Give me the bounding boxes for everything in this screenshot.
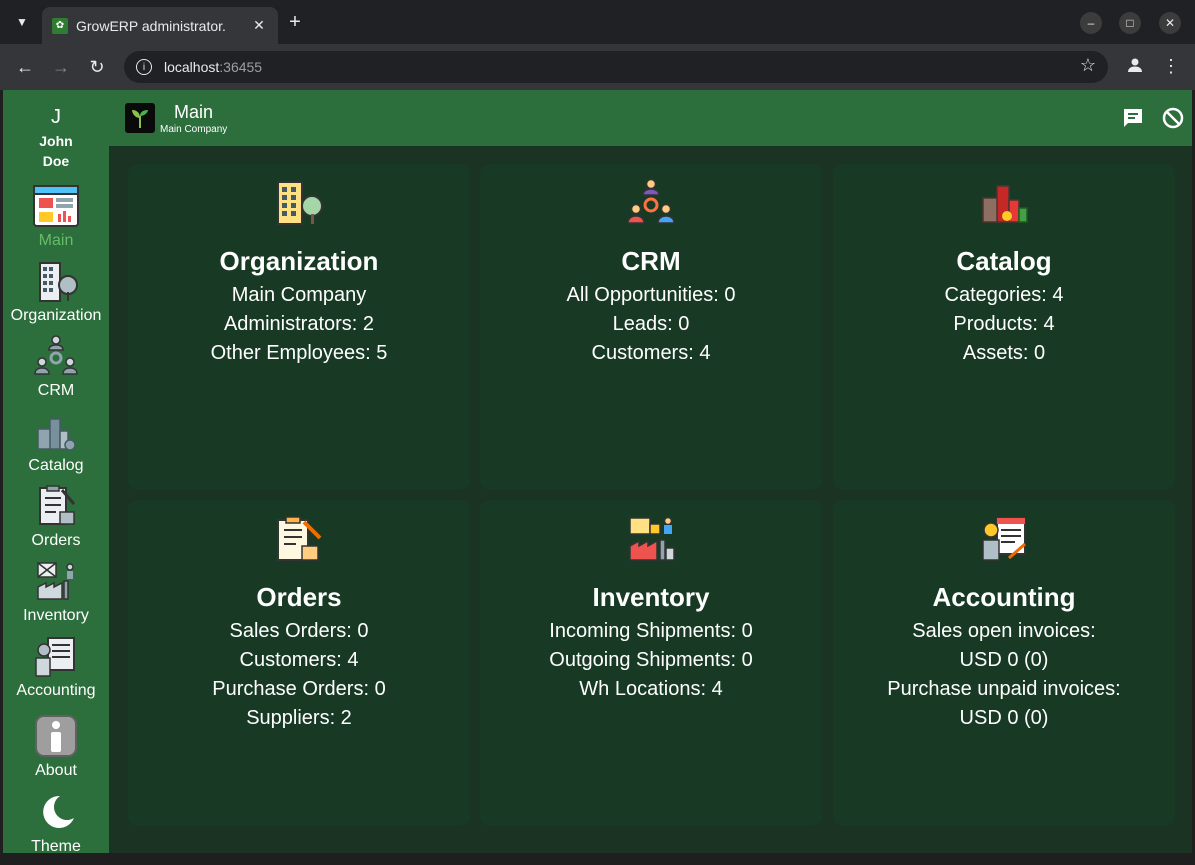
dashboard-card-crm[interactable]: CRM All Opportunities: 0 Leads: 0 Custom… — [480, 164, 822, 490]
building-icon — [39, 262, 78, 302]
people-network-icon — [34, 335, 78, 375]
card-line: USD 0 (0) — [959, 707, 1049, 729]
rail-item-crm[interactable]: CRM — [3, 334, 109, 409]
rail-item-label: Theme — [31, 838, 81, 855]
clipboard-icon — [39, 485, 76, 525]
chat-icon[interactable] — [1121, 106, 1145, 130]
card-line: Categories: 4 — [944, 284, 1064, 306]
dashboard-card-inventory[interactable]: Inventory Incoming Shipments: 0 Outgoing… — [480, 500, 822, 826]
moon-icon — [43, 795, 74, 828]
rail-item-theme[interactable]: Theme — [3, 790, 109, 865]
logout-block-icon[interactable] — [1161, 106, 1185, 130]
rail-item-label: About — [35, 762, 77, 779]
card-line: Customers: 4 — [591, 342, 711, 364]
rail-item-main[interactable]: Main — [3, 184, 109, 259]
app-root: J John Doe Main Organization CRM Catalog… — [3, 90, 1192, 855]
tab-title: GrowERP administrator. — [76, 17, 226, 34]
card-line: Sales Orders: 0 — [229, 620, 369, 642]
minimize-icon[interactable]: – — [1080, 12, 1102, 34]
new-tab-icon[interactable]: + — [284, 11, 306, 33]
clipboard-icon — [277, 516, 322, 561]
card-line: Outgoing Shipments: 0 — [549, 649, 753, 671]
products-icon — [37, 418, 76, 451]
rail-item-label: CRM — [37, 382, 75, 399]
bookmark-star-icon[interactable]: ☆ — [1080, 55, 1096, 76]
maximize-icon[interactable]: □ — [1119, 12, 1141, 34]
card-line: Administrators: 2 — [223, 313, 375, 335]
rail-item-label: Accounting — [16, 682, 96, 699]
rail-item-orders[interactable]: Orders — [3, 484, 109, 559]
browser-toolbar: ← → ↻ i localhost:36455 ☆ ⋮ — [0, 44, 1195, 90]
building-icon — [277, 181, 323, 225]
ledger-icon — [35, 637, 75, 677]
user-last-name: Doe — [42, 153, 70, 169]
rail-item-catalog[interactable]: Catalog — [3, 409, 109, 484]
rail-item-label: Organization — [10, 307, 102, 324]
forward-icon[interactable]: → — [50, 56, 72, 78]
back-icon[interactable]: ← — [14, 56, 36, 78]
people-network-icon — [627, 178, 675, 224]
card-line: Suppliers: 2 — [246, 707, 352, 729]
browser-tabbar: ▼ ✿ GrowERP administrator. ✕ + – □ ✕ — [0, 0, 1195, 44]
rail-item-inventory[interactable]: Inventory — [3, 559, 109, 634]
page-title: Main — [174, 102, 214, 122]
products-icon — [982, 185, 1028, 223]
card-title: Accounting — [932, 582, 1076, 612]
card-line: Main Company — [231, 284, 367, 306]
url-bar[interactable]: i localhost:36455 ☆ — [124, 51, 1108, 83]
dashboard-card-catalog[interactable]: Catalog Categories: 4 Products: 4 Assets… — [833, 164, 1175, 490]
card-title: CRM — [621, 246, 681, 276]
card-title: Catalog — [956, 246, 1052, 276]
warehouse-icon — [629, 516, 675, 561]
card-line: USD 0 (0) — [959, 649, 1049, 671]
user-first-name: John — [39, 133, 73, 149]
site-info-icon[interactable]: i — [136, 59, 152, 75]
profile-icon[interactable] — [1124, 56, 1146, 79]
card-line: All Opportunities: 0 — [566, 284, 736, 306]
growerp-favicon-icon: ✿ — [52, 17, 68, 34]
rail-item-label: Inventory — [23, 607, 89, 624]
rail-item-about[interactable]: About — [3, 714, 109, 789]
card-title: Orders — [256, 582, 342, 612]
url-host: localhost — [164, 59, 220, 75]
dashboard-card-orders[interactable]: Orders Sales Orders: 0 Customers: 4 Purc… — [128, 500, 470, 826]
card-line: Products: 4 — [953, 313, 1055, 335]
tab-close-icon[interactable]: ✕ — [250, 17, 268, 34]
card-line: Other Employees: 5 — [210, 342, 388, 364]
card-title: Inventory — [592, 582, 710, 612]
card-line: Purchase unpaid invoices: — [887, 678, 1121, 700]
card-line: Assets: 0 — [962, 342, 1046, 364]
company-name: Main Company — [160, 124, 228, 135]
rail-item-label: Orders — [31, 532, 81, 549]
window-close-icon[interactable]: ✕ — [1159, 12, 1181, 34]
rail-item-label: Catalog — [28, 457, 84, 474]
url-port: :36455 — [219, 59, 263, 75]
browser-tab[interactable]: ✿ GrowERP administrator. ✕ — [42, 7, 278, 44]
growerp-logo — [125, 103, 155, 133]
card-line: Leads: 0 — [612, 313, 690, 335]
warehouse-icon — [37, 562, 74, 600]
dashboard-icon — [33, 185, 79, 227]
card-line: Wh Locations: 4 — [579, 678, 723, 700]
ledger-icon — [982, 517, 1026, 561]
card-line: Purchase Orders: 0 — [212, 678, 386, 700]
info-icon — [35, 715, 77, 757]
card-title: Organization — [219, 246, 379, 276]
user-initial: J — [51, 106, 61, 128]
card-line: Sales open invoices: — [912, 620, 1096, 642]
dashboard-card-organization[interactable]: Organization Main Company Administrators… — [128, 164, 470, 490]
navigation-rail: J John Doe Main Organization CRM Catalog… — [3, 90, 109, 855]
rail-item-label: Main — [38, 232, 74, 249]
browser-menu-icon[interactable]: ⋮ — [1160, 56, 1182, 77]
card-line: Customers: 4 — [239, 649, 359, 671]
rail-item-accounting[interactable]: Accounting — [3, 634, 109, 709]
card-line: Incoming Shipments: 0 — [549, 620, 753, 642]
tab-search-chevron-icon[interactable]: ▼ — [10, 10, 34, 34]
app-header: Main Main Company — [109, 90, 1192, 146]
rail-item-organization[interactable]: Organization — [3, 259, 109, 334]
user-avatar[interactable]: J John Doe — [3, 106, 109, 171]
reload-icon[interactable]: ↻ — [86, 56, 108, 78]
dashboard-card-accounting[interactable]: Accounting Sales open invoices: USD 0 (0… — [833, 500, 1175, 826]
